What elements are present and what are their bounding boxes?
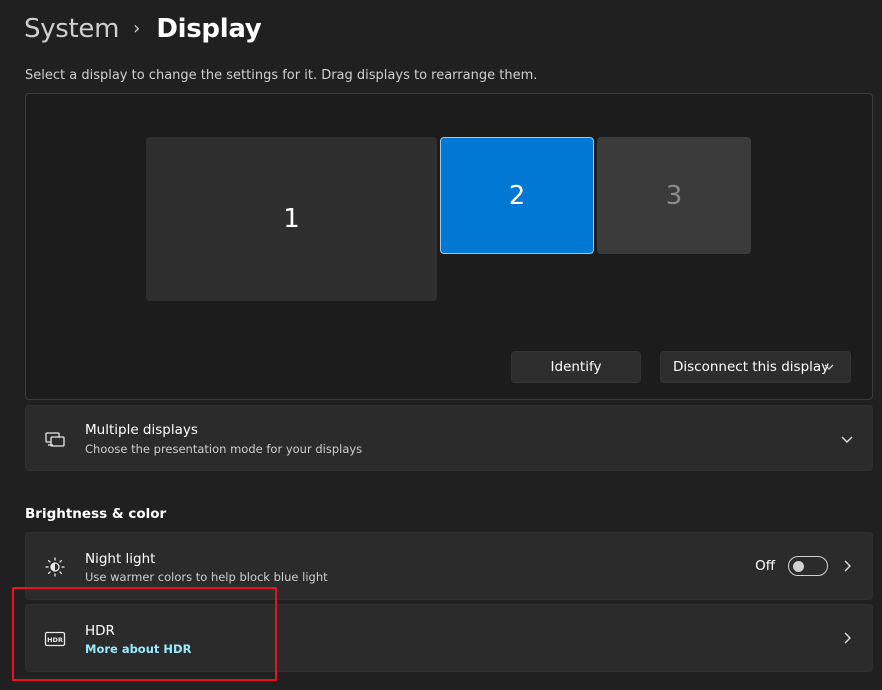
- multiple-displays-title: Multiple displays: [85, 422, 198, 438]
- night-light-subtitle: Use warmer colors to help block blue lig…: [85, 570, 328, 584]
- display-arrangement-panel: 1 2 3 Identify Disconnect this display: [25, 93, 873, 400]
- settings-page: System › Display Select a display to cha…: [0, 0, 882, 690]
- brightness-color-heading: Brightness & color: [25, 506, 167, 522]
- display-1-tile[interactable]: 1: [146, 137, 437, 301]
- display-2-tile[interactable]: 2: [440, 137, 594, 254]
- breadcrumb: System › Display: [24, 14, 262, 44]
- disconnect-display-button[interactable]: Disconnect this display: [660, 351, 851, 383]
- multiple-displays-subtitle: Choose the presentation mode for your di…: [85, 442, 363, 456]
- more-about-hdr-link[interactable]: More about HDR: [85, 642, 191, 656]
- hdr-card[interactable]: HDR HDR More about HDR: [25, 604, 873, 672]
- page-title: Display: [156, 14, 262, 44]
- night-light-card[interactable]: Night light Use warmer colors to help bl…: [25, 532, 873, 600]
- night-light-title: Night light: [85, 551, 156, 567]
- night-light-state: Off: [755, 558, 775, 574]
- disconnect-display-label: Disconnect this display: [673, 359, 830, 375]
- chevron-right-icon[interactable]: [840, 631, 854, 645]
- chevron-right-icon[interactable]: [840, 559, 854, 573]
- night-light-icon: [45, 557, 65, 577]
- identify-button[interactable]: Identify: [511, 351, 641, 383]
- multiple-displays-icon: [45, 432, 65, 447]
- breadcrumb-separator-icon: ›: [133, 17, 141, 39]
- toggle-knob: [793, 561, 804, 572]
- breadcrumb-system[interactable]: System: [24, 14, 119, 44]
- hdr-title: HDR: [85, 623, 115, 639]
- night-light-toggle[interactable]: [788, 556, 828, 576]
- svg-text:HDR: HDR: [47, 636, 63, 644]
- arrange-hint: Select a display to change the settings …: [25, 68, 538, 83]
- chevron-down-icon: [824, 364, 834, 370]
- chevron-down-icon[interactable]: [840, 432, 854, 446]
- hdr-icon: HDR: [44, 631, 66, 647]
- display-3-tile[interactable]: 3: [597, 137, 751, 254]
- multiple-displays-card[interactable]: Multiple displays Choose the presentatio…: [25, 405, 873, 471]
